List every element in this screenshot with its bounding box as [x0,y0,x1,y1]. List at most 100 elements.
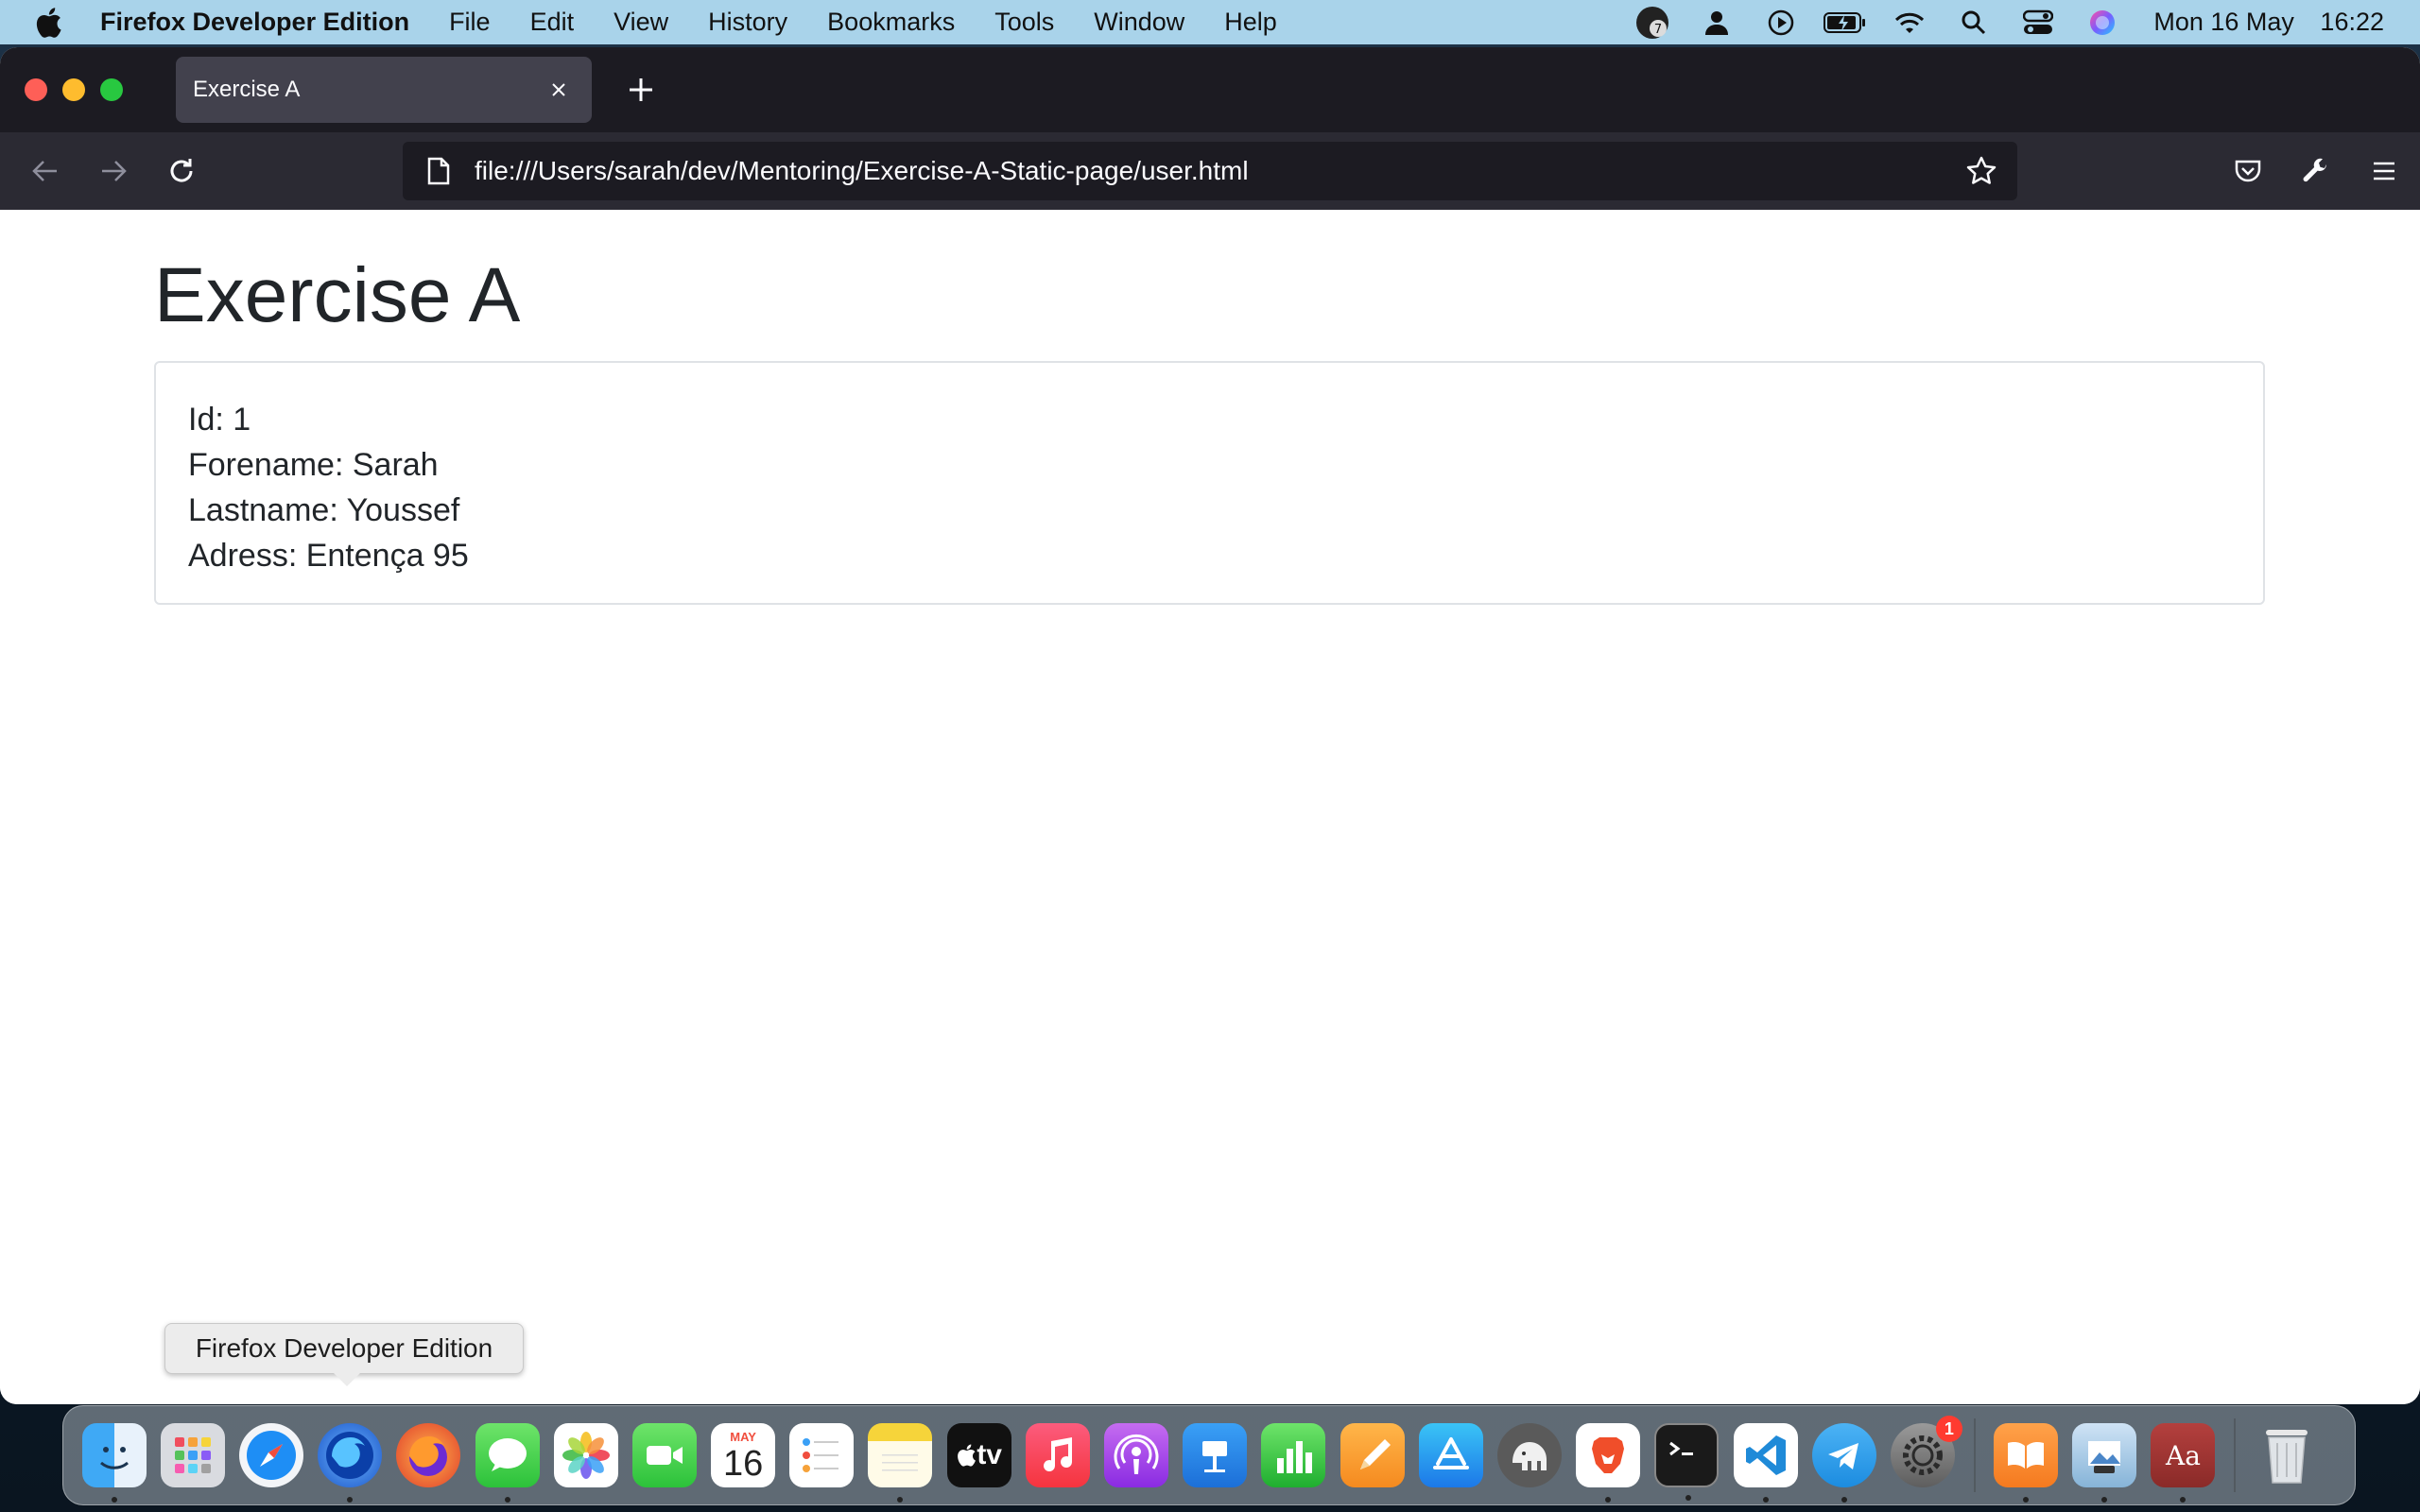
dock-launchpad[interactable] [160,1423,225,1487]
pocket-icon [2235,160,2261,182]
dock-photos[interactable] [553,1423,618,1487]
reload-button[interactable] [159,148,204,194]
app-menu-button[interactable] [2361,148,2407,194]
page-title: Exercise A [154,252,521,338]
menu-history[interactable]: History [708,8,787,37]
dock-telegram[interactable] [1811,1423,1876,1503]
plus-icon [630,78,652,101]
settings-badge: 1 [1935,1416,1962,1442]
dock-preview[interactable] [2072,1423,2137,1503]
tab-title: Exercise A [193,77,301,102]
dock-facetime[interactable] [631,1423,697,1487]
dock-terminal[interactable] [1654,1423,1720,1501]
pocket-button[interactable] [2225,148,2271,194]
dock-tableplus[interactable] [1496,1423,1562,1487]
apple-icon[interactable] [34,4,72,42]
dock-keynote[interactable] [1183,1423,1248,1487]
dock-finder[interactable] [81,1423,147,1503]
notification-icon[interactable]: 7 [1630,0,1675,44]
page-icon [420,152,458,190]
wrench-icon [2303,158,2326,182]
dock-messages[interactable] [475,1423,540,1503]
minimize-window-button[interactable] [62,78,85,101]
terminal-prompt-icon [1669,1441,1694,1456]
dock-notes[interactable] [868,1423,933,1503]
dock-numbers[interactable] [1261,1423,1326,1487]
telegram-plane-icon [1827,1443,1858,1469]
book-icon [2008,1442,2045,1469]
control-center-icon[interactable] [2015,0,2061,44]
new-tab-button[interactable] [620,69,662,111]
tab-exercise-a[interactable]: Exercise A [176,57,592,123]
siri-icon[interactable] [2080,0,2125,44]
dock-dictionary[interactable]: Aa [2151,1423,2216,1503]
menu-view[interactable]: View [614,8,668,37]
dock-system-preferences[interactable]: 1 [1890,1416,1962,1487]
reload-icon [170,159,193,182]
menu-help[interactable]: Help [1224,8,1277,37]
url-bar[interactable]: file:///Users/sarah/dev/Mentoring/Exerci… [403,142,2017,200]
toolbar-right [2225,148,2407,194]
calendar-month: MAY [730,1430,756,1444]
battery-icon[interactable] [1823,0,1868,44]
developer-tools-button[interactable] [2293,148,2339,194]
dock-podcasts[interactable] [1104,1423,1169,1487]
menu-app-name[interactable]: Firefox Developer Edition [100,8,409,37]
menu-bookmarks[interactable]: Bookmarks [827,8,955,37]
play-icon[interactable] [1758,0,1804,44]
page-content: Exercise A Id: 1 Forename: Sarah Lastnam… [0,210,2420,1404]
user-icon[interactable] [1694,0,1739,44]
preview-photos-icon [2088,1441,2121,1473]
podcasts-icon [1114,1434,1159,1474]
menu-file[interactable]: File [449,8,491,37]
menu-edit[interactable]: Edit [530,8,575,37]
window-controls [25,78,123,101]
menu-bar: Firefox Developer Edition File Edit View… [0,0,2420,44]
firefox-developer-icon [326,1432,374,1479]
bookmark-star-icon[interactable] [1959,148,2004,194]
dock-firefox-developer-edition[interactable] [318,1423,383,1503]
calendar-day: 16 [722,1444,764,1484]
dock-separator [2234,1418,2237,1492]
nav-bar: file:///Users/sarah/dev/Mentoring/Exerci… [0,132,2420,210]
dock-apple-tv[interactable]: tv [946,1423,1011,1487]
photos-icon [562,1432,610,1479]
messages-icon [488,1438,527,1471]
menu-window[interactable]: Window [1094,8,1184,37]
menubar-clock[interactable]: Mon 16 May 16:22 [2153,8,2384,37]
dock-calendar[interactable]: MAY 16 [711,1423,776,1487]
dock-brave[interactable] [1576,1423,1641,1503]
firefox-icon [409,1436,448,1476]
forward-button[interactable] [91,148,136,194]
dock-music[interactable] [1025,1423,1090,1487]
apple-tv-logo-icon [958,1444,977,1467]
dock-reminders[interactable] [789,1423,855,1487]
search-icon[interactable] [1951,0,1996,44]
dock-safari[interactable] [238,1423,303,1487]
close-window-button[interactable] [25,78,47,101]
user-id: Id: 1 [188,402,251,438]
menubar-date: Mon 16 May [2153,8,2294,36]
url-text[interactable]: file:///Users/sarah/dev/Mentoring/Exerci… [475,156,1959,186]
dock-tooltip: Firefox Developer Edition [164,1323,524,1386]
arrow-left-icon [32,161,57,181]
dock-trash[interactable] [2255,1423,2319,1487]
close-icon[interactable] [544,76,573,104]
keynote-podium-icon [1202,1441,1228,1472]
finder-icon [99,1447,129,1469]
menu-tools[interactable]: Tools [994,8,1054,37]
dock-vscode[interactable] [1733,1423,1798,1503]
back-button[interactable] [23,148,68,194]
hamburger-icon [2374,162,2394,180]
elephant-icon [1512,1442,1547,1470]
dock-app-store[interactable] [1418,1423,1483,1487]
dock-separator [1973,1418,1976,1492]
dock-books[interactable] [1994,1423,2059,1503]
zoom-window-button[interactable] [100,78,123,101]
dock: MAY 16 tv 1 Aa [62,1405,2356,1505]
browser-window: Exercise A file:///Users/sarah/dev/Mento… [0,47,2420,1404]
dock-firefox[interactable] [396,1423,461,1487]
tab-bar: Exercise A [0,47,2420,132]
dock-pages[interactable] [1340,1423,1405,1487]
wifi-icon[interactable] [1887,0,1932,44]
